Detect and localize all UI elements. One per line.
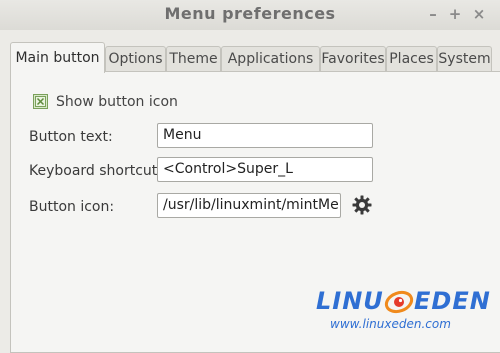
logo-text-left: LINU (316, 287, 384, 315)
gear-icon[interactable] (351, 194, 373, 216)
keyboard-shortcut-input[interactable]: <Control>Super_L (157, 157, 373, 182)
tab-system[interactable]: System (437, 46, 492, 72)
tab-favorites[interactable]: Favorites (320, 46, 386, 72)
tab-applications[interactable]: Applications (221, 46, 320, 72)
tab-bar: Main button Options Theme Applications F… (10, 42, 500, 73)
button-text-label: Button text: (29, 129, 113, 145)
title-bar: Menu preferences – + × (0, 0, 500, 30)
keyboard-shortcut-label: Keyboard shortcut: (29, 163, 163, 179)
linuxeden-logo-icon (384, 290, 414, 314)
logo-text-right: EDEN (414, 287, 491, 315)
tab-main-button[interactable]: Main button (10, 42, 105, 73)
tab-theme[interactable]: Theme (166, 46, 221, 72)
show-button-icon-checkbox[interactable] (33, 94, 48, 109)
button-icon-path-input[interactable]: /usr/lib/linuxmint/mintMenu (157, 193, 341, 218)
button-text-input[interactable]: Menu (157, 123, 373, 148)
maximize-button[interactable]: + (446, 5, 464, 23)
watermark-url: www.linuxeden.com (330, 317, 451, 331)
minimize-button[interactable]: – (424, 5, 442, 23)
button-icon-label: Button icon: (29, 199, 115, 215)
checkmark-icon (35, 96, 46, 107)
tab-places[interactable]: Places (386, 46, 437, 72)
show-button-icon-label: Show button icon (56, 94, 178, 110)
linuxeden-watermark: LINU EDEN www.linuxeden.com (310, 283, 500, 339)
close-button[interactable]: × (470, 5, 488, 23)
tab-options[interactable]: Options (105, 46, 166, 72)
